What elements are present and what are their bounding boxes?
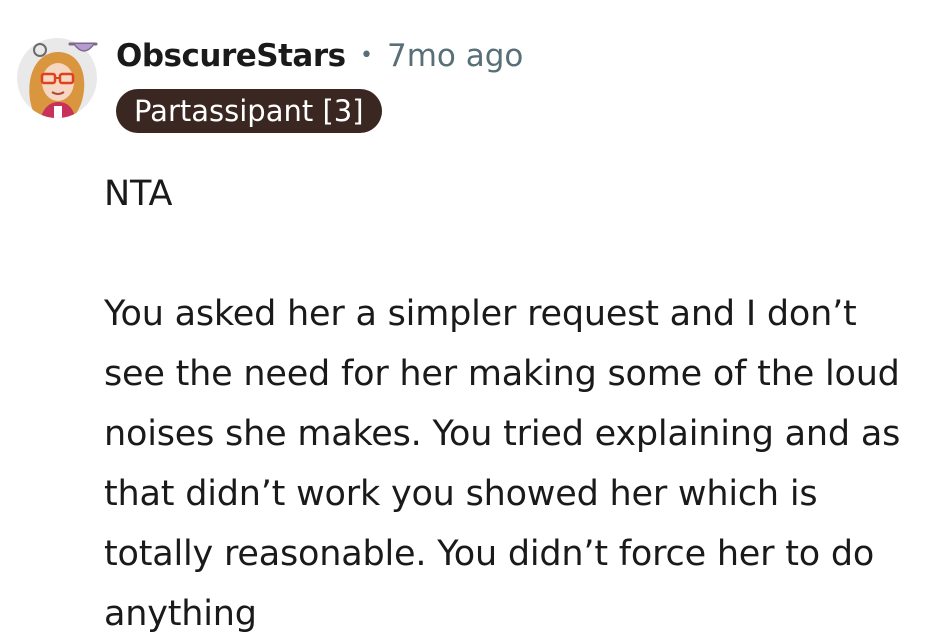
username[interactable]: ObscureStars [116, 38, 346, 74]
user-avatar-icon [17, 38, 98, 118]
comment-meta: • 7mo ago [360, 38, 523, 74]
comment-timestamp[interactable]: 7mo ago [387, 38, 523, 74]
comment-paragraph: NTA [104, 174, 173, 214]
avatar[interactable] [12, 30, 102, 120]
user-flair: Partassipant [3] [116, 89, 382, 133]
comment-paragraph: You asked her a simpler request and I do… [104, 294, 901, 634]
comment-body: NTA You asked her a simpler request and … [104, 164, 924, 644]
meta-separator: • [360, 43, 373, 68]
comment: ObscureStars • 7mo ago Partassipant [3] N… [0, 0, 941, 634]
